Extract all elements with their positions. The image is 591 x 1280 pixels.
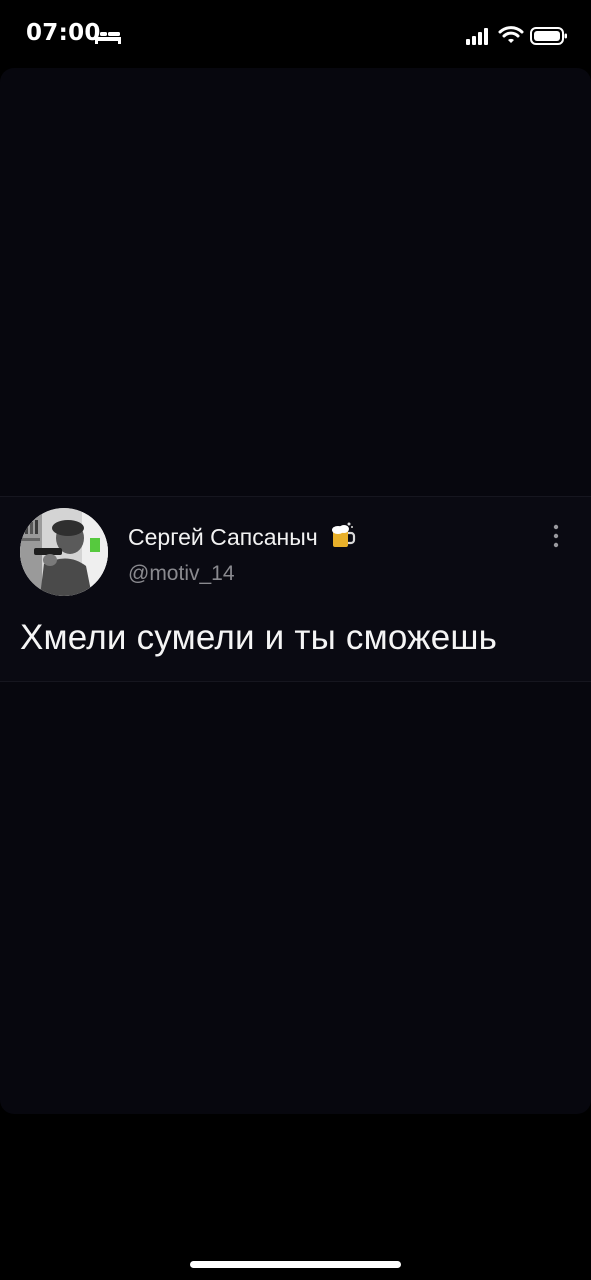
more-options-icon[interactable] — [551, 523, 561, 549]
battery-icon — [530, 27, 567, 45]
beer-mug-icon — [332, 522, 356, 547]
user-handle[interactable]: @motiv_14 — [128, 562, 235, 586]
display-name[interactable]: Сергей Сапсаныч — [128, 524, 318, 551]
tweet-text: Хмели сумели и ты сможешь — [20, 618, 498, 657]
signal-icon — [466, 28, 488, 45]
wifi-icon — [498, 26, 524, 43]
avatar-photo — [20, 508, 108, 596]
home-indicator[interactable] — [190, 1261, 401, 1268]
status-time: 07:00 — [26, 20, 101, 46]
status-bar: 07:00 — [0, 0, 591, 66]
avatar[interactable] — [20, 508, 108, 596]
bed-icon — [95, 29, 121, 44]
